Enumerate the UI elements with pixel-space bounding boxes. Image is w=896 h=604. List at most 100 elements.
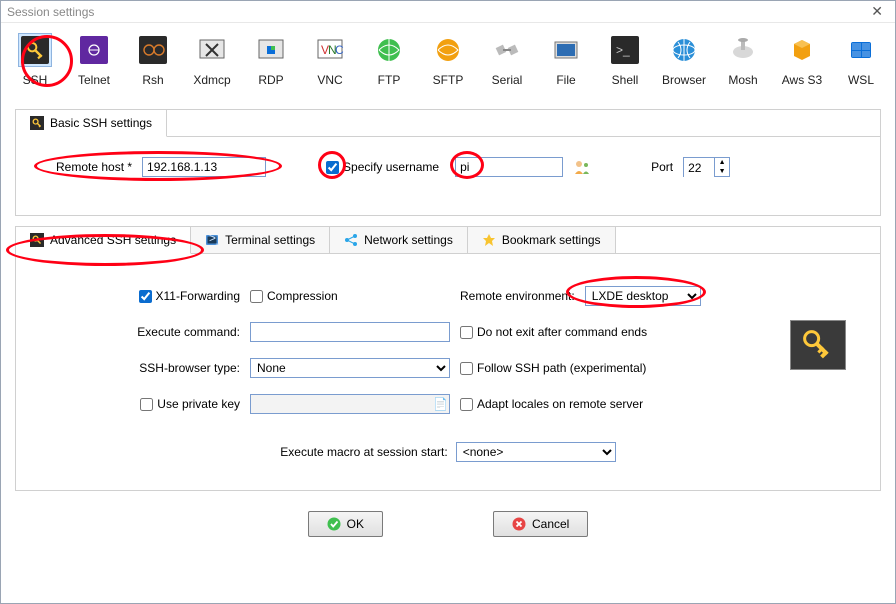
x11-label: X11-Forwarding [156,289,240,303]
cancel-icon [512,517,526,531]
basic-section: Basic SSH settings Remote host * Specify… [15,109,881,216]
protocol-file-icon [549,33,583,67]
ok-icon [327,517,341,531]
username-input[interactable] [455,157,563,177]
protocol-serial[interactable]: Serial [479,29,535,91]
protocol-shell-icon: >_ [608,33,642,67]
tab-network[interactable]: Network settings [330,227,468,253]
protocol-sftp-label: SFTP [433,73,464,87]
private-key-checkbox[interactable]: Use private key [140,397,240,411]
svg-text:>_: >_ [209,233,219,245]
compression-label: Compression [267,289,338,303]
noexit-checkbox[interactable]: Do not exit after command ends [460,325,647,339]
advanced-section: Advanced SSH settings >_ Terminal settin… [15,226,881,491]
protocol-sftp[interactable]: SFTP [420,29,476,91]
port-up[interactable]: ▲ [715,158,729,167]
adapt-locales-label: Adapt locales on remote server [477,397,643,411]
protocol-ssh[interactable]: SSH [7,29,63,91]
protocol-ssh-label: SSH [23,73,48,87]
protocol-aws-icon [785,33,819,67]
protocol-rsh[interactable]: Rsh [125,29,181,91]
protocol-aws[interactable]: Aws S3 [774,29,830,91]
protocol-rdp-icon [254,33,288,67]
tab-advanced-ssh[interactable]: Advanced SSH settings [16,227,191,254]
protocol-shell[interactable]: >_ Shell [597,29,653,91]
protocol-rdp[interactable]: RDP [243,29,299,91]
protocol-ftp-icon [372,33,406,67]
compression-checkbox[interactable]: Compression [250,289,338,303]
protocol-rsh-icon [136,33,170,67]
protocol-browser-label: Browser [662,73,706,87]
protocol-browser-icon [667,33,701,67]
protocol-sftp-icon [431,33,465,67]
protocol-toolbar: SSHTelnetRshXdmcpRDPVNCVNCFTPSFTPSerialF… [1,23,895,97]
protocol-ftp-label: FTP [378,73,401,87]
advanced-tabs: Advanced SSH settings >_ Terminal settin… [16,227,880,254]
specify-username-checkbox[interactable]: Specify username [326,160,439,174]
protocol-serial-icon [490,33,524,67]
port-spinner[interactable]: ▲▼ [683,157,730,177]
protocol-ftp[interactable]: FTP [361,29,417,91]
follow-label: Follow SSH path (experimental) [477,361,646,375]
network-icon [344,233,358,247]
protocol-browser[interactable]: Browser [656,29,712,91]
private-key-input [250,394,450,414]
remote-host-input[interactable] [142,157,266,177]
protocol-telnet-label: Telnet [78,73,110,87]
protocol-telnet-icon [77,33,111,67]
user-icon[interactable] [573,158,591,176]
execute-command-input[interactable] [250,322,450,342]
protocol-mosh[interactable]: Mosh [715,29,771,91]
remote-env-label: Remote environment: [460,289,575,303]
noexit-label: Do not exit after command ends [477,325,647,339]
protocol-vnc[interactable]: VNCVNC [302,29,358,91]
file-icon[interactable]: 📄 [433,397,448,411]
tab-basic-label: Basic SSH settings [50,116,152,130]
remote-env-select[interactable]: LXDE desktop [585,286,701,306]
protocol-file-label: File [556,73,575,87]
follow-checkbox[interactable]: Follow SSH path (experimental) [460,361,646,375]
protocol-wsl[interactable]: WSL [833,29,889,91]
x11-checkbox[interactable]: X11-Forwarding [139,289,240,303]
protocol-file[interactable]: File [538,29,594,91]
tab-network-label: Network settings [364,233,453,247]
tab-advanced-label: Advanced SSH settings [50,233,176,247]
cancel-label: Cancel [532,517,569,531]
protocol-mosh-label: Mosh [728,73,757,87]
svg-text:>_: >_ [616,43,630,57]
specify-username-label: Specify username [343,160,439,174]
protocol-xdmcp[interactable]: Xdmcp [184,29,240,91]
dialog-buttons: OK Cancel [1,511,895,537]
key-icon [30,233,44,247]
protocol-vnc-label: VNC [317,73,342,87]
remote-host-label: Remote host * [56,160,132,174]
close-button[interactable]: ✕ [865,3,889,20]
tab-basic-ssh[interactable]: Basic SSH settings [16,110,167,137]
macro-select[interactable]: <none> [456,442,616,462]
protocol-wsl-label: WSL [848,73,874,87]
key-icon [30,116,44,130]
port-input[interactable] [684,158,714,178]
ssh-browser-select[interactable]: None [250,358,450,378]
protocol-aws-label: Aws S3 [782,73,822,87]
tab-bookmark[interactable]: Bookmark settings [468,227,616,253]
ssh-browser-label: SSH-browser type: [139,361,240,375]
ok-button[interactable]: OK [308,511,383,537]
terminal-icon: >_ [205,233,219,247]
tab-bookmark-label: Bookmark settings [502,233,601,247]
port-down[interactable]: ▼ [715,167,729,176]
advanced-panel: X11-Forwarding Compression Remote enviro… [16,254,880,490]
cancel-button[interactable]: Cancel [493,511,588,537]
adapt-locales-checkbox[interactable]: Adapt locales on remote server [460,397,643,411]
macro-label: Execute macro at session start: [280,445,447,459]
tab-terminal[interactable]: >_ Terminal settings [191,227,330,253]
protocol-ssh-icon [18,33,52,67]
protocol-rdp-label: RDP [258,73,283,87]
protocol-serial-label: Serial [492,73,523,87]
protocol-telnet[interactable]: Telnet [66,29,122,91]
basic-tabs: Basic SSH settings [16,110,880,137]
svg-text:C: C [335,43,344,57]
protocol-shell-label: Shell [612,73,639,87]
protocol-xdmcp-icon [195,33,229,67]
basic-panel: Remote host * Specify username Port ▲▼ [16,137,880,215]
